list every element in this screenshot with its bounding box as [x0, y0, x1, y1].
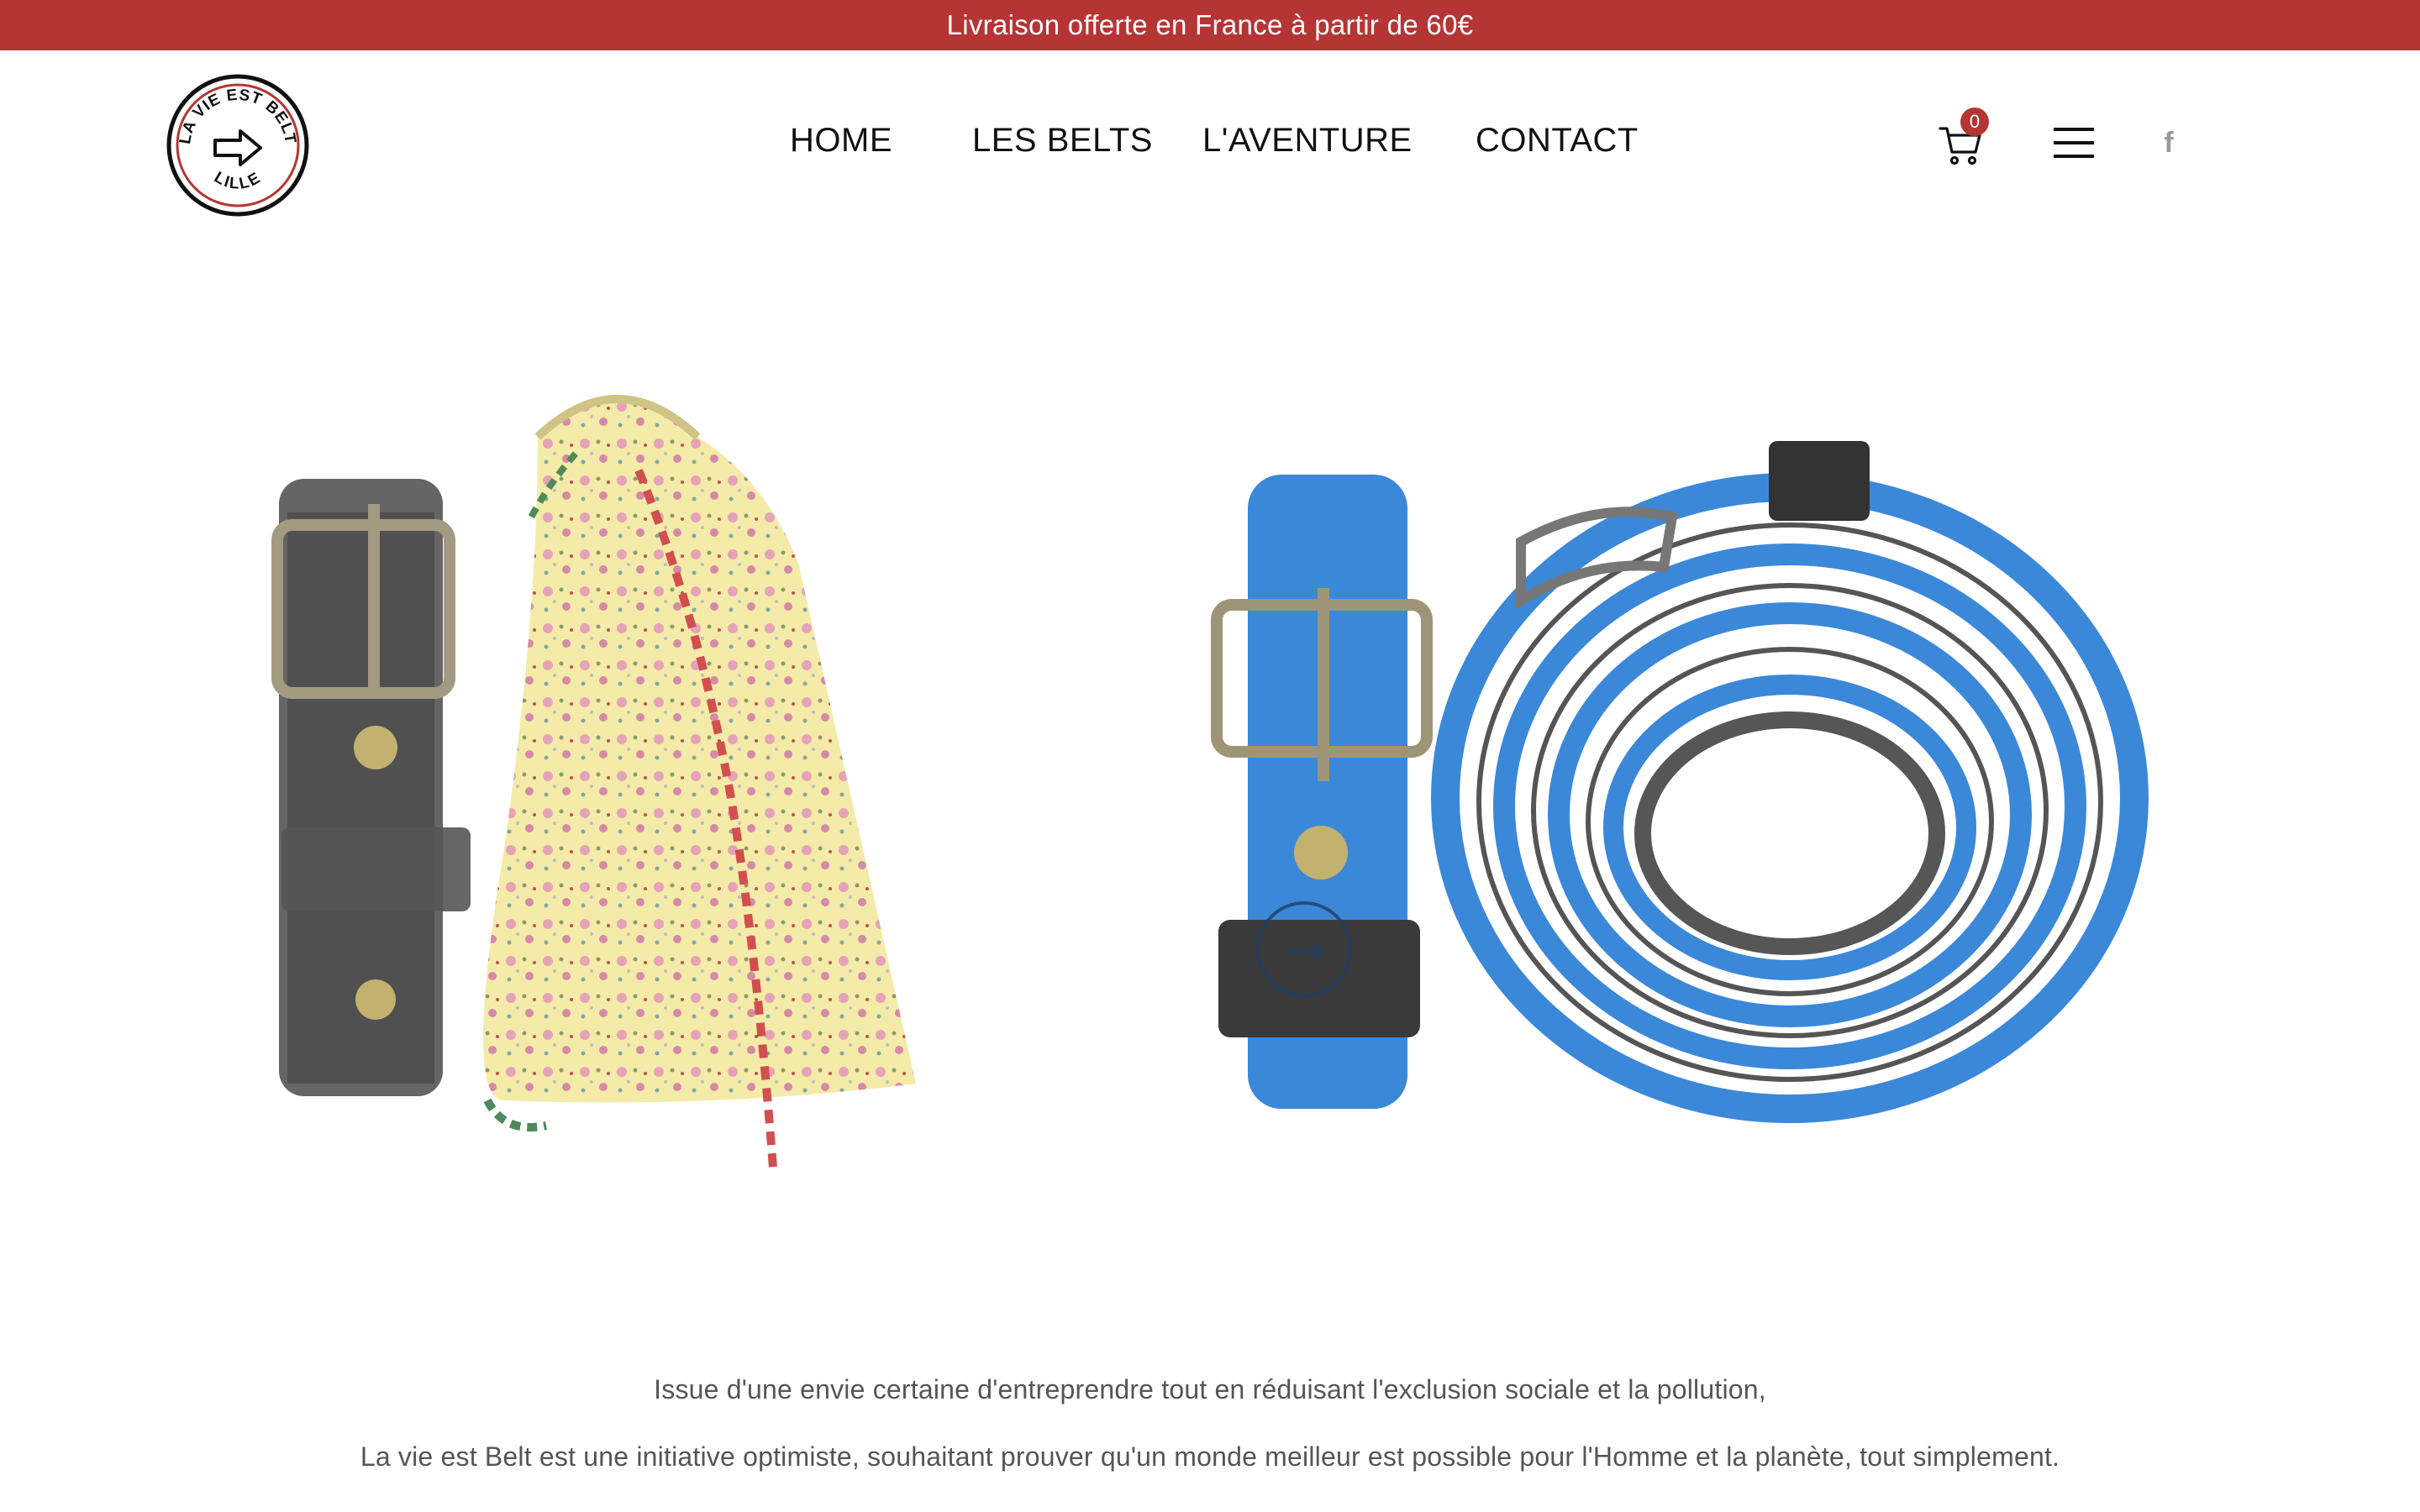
nav-item-home[interactable]: HOME [790, 122, 892, 160]
nav-item-aventure[interactable]: L'AVENTURE [1202, 122, 1413, 160]
hamburger-menu-icon[interactable] [2054, 126, 2094, 160]
facebook-icon[interactable]: f [2156, 126, 2181, 160]
floral-pouch-product [483, 395, 916, 1168]
promo-text: Livraison offerte en France à partir de … [946, 9, 1474, 40]
nav-item-contact[interactable]: CONTACT [1476, 122, 1639, 160]
promo-banner: Livraison offerte en France à partir de … [0, 0, 2420, 50]
rolled-blue-belt-product [1431, 441, 2149, 1123]
intro-line-1: Issue d'une envie certaine d'entreprendr… [654, 1374, 1766, 1404]
intro-line-2: La vie est Belt est une initiative optim… [360, 1441, 2060, 1472]
hero-product-image [244, 361, 2176, 1218]
black-belt-product [271, 479, 471, 1096]
cart-count-badge: 0 [1960, 108, 1989, 136]
blue-belt-product [1211, 475, 1433, 1109]
nav-item-les-belts[interactable]: LES BELTS [972, 122, 1153, 160]
